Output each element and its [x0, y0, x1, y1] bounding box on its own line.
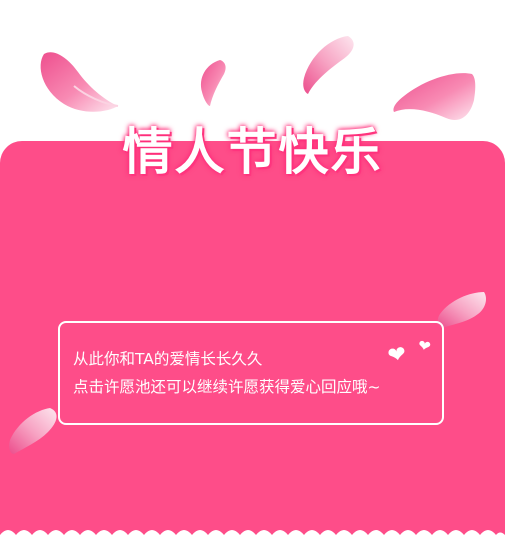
- message-box: 从此你和TA的爱情长长久久 点击许愿池还可以继续许愿获得爱心回应哦~ ❤ ❤: [58, 321, 444, 425]
- rose-petal-icon: [40, 52, 119, 112]
- heart-icon: ❤: [385, 341, 409, 370]
- rose-petal-icon: [9, 408, 57, 454]
- heart-icon: ❤: [416, 336, 433, 356]
- message-line-1: 从此你和TA的爱情长长久久: [73, 350, 263, 368]
- rose-petal-icon: [303, 36, 354, 94]
- scalloped-edge: [0, 530, 505, 544]
- rose-petal-icon: [437, 292, 486, 328]
- message-line-2: 点击许愿池还可以继续许愿获得爱心回应哦~: [73, 378, 381, 396]
- rose-petal-icon: [200, 60, 226, 106]
- page-title: 情人节快乐: [122, 123, 383, 181]
